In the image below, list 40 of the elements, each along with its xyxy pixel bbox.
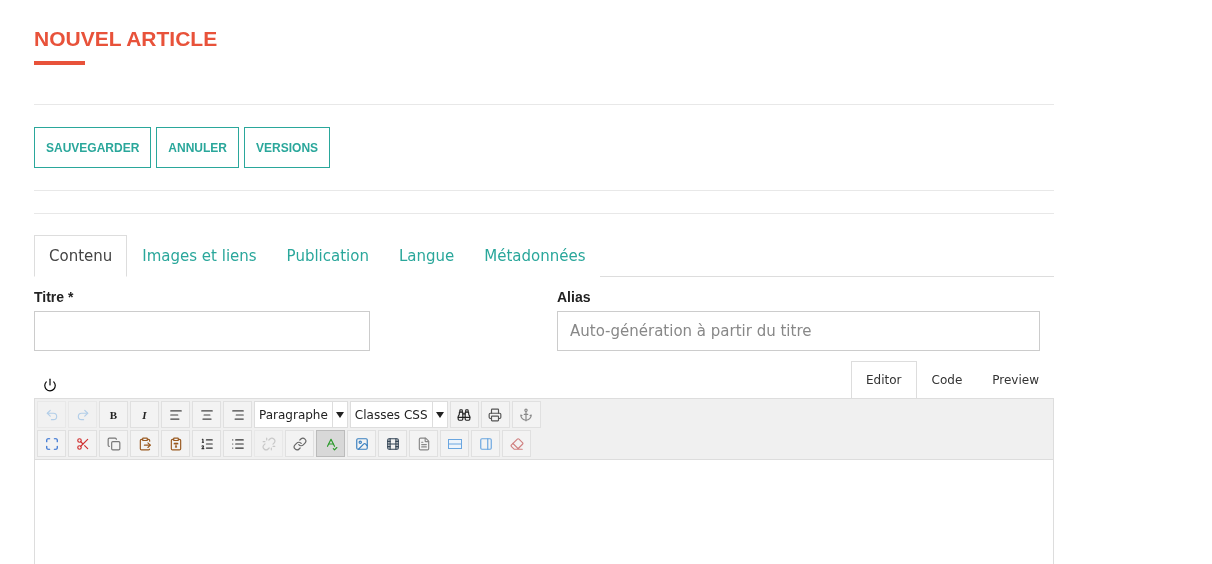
paragraph-format-select[interactable]: Paragraphe [254, 401, 348, 428]
format-button[interactable]: I [130, 401, 159, 428]
editor-tab[interactable]: Editor [851, 361, 917, 398]
format-button[interactable]: B [99, 401, 128, 428]
film-icon [385, 436, 400, 451]
bullet-list-icon [230, 436, 245, 451]
unlink-icon [261, 436, 276, 451]
toolbar-button[interactable] [192, 430, 221, 457]
paste-text-icon [168, 436, 183, 451]
copy-icon [106, 436, 121, 451]
title-underline [34, 61, 85, 65]
align-left-icon [168, 407, 183, 422]
page-title: NOUVEL ARTICLE [34, 27, 219, 51]
undo-icon [44, 407, 59, 422]
binoculars-icon [457, 407, 471, 422]
image-icon [354, 436, 369, 451]
print-icon [488, 407, 502, 422]
template-icon [416, 436, 431, 451]
alias-field[interactable]: Auto-génération à partir du titre [557, 311, 1040, 351]
numbered-list-icon [199, 436, 214, 451]
power-icon[interactable] [43, 378, 57, 392]
tab[interactable]: Contenu [34, 235, 128, 277]
toolbar-button[interactable] [480, 401, 510, 428]
field-label: Alias [557, 289, 592, 305]
redo-icon [75, 407, 90, 422]
toolbar-button[interactable] [378, 430, 407, 457]
align-right-icon [230, 407, 245, 422]
anchor-icon [519, 407, 533, 422]
field-label: Titre * [34, 289, 75, 305]
align-center-icon [199, 407, 214, 422]
dropdown-caret-icon [435, 411, 444, 418]
dropdown-caret-icon [335, 411, 344, 418]
paste-icon [137, 436, 152, 451]
toolbar-button[interactable] [449, 401, 479, 428]
scissors-icon [75, 436, 90, 451]
css-class-select[interactable]: Classes CSS [349, 401, 448, 428]
eraser-icon [509, 436, 524, 451]
title-field[interactable] [34, 311, 370, 351]
link-icon [292, 436, 307, 451]
fullscreen-icon [44, 436, 59, 451]
